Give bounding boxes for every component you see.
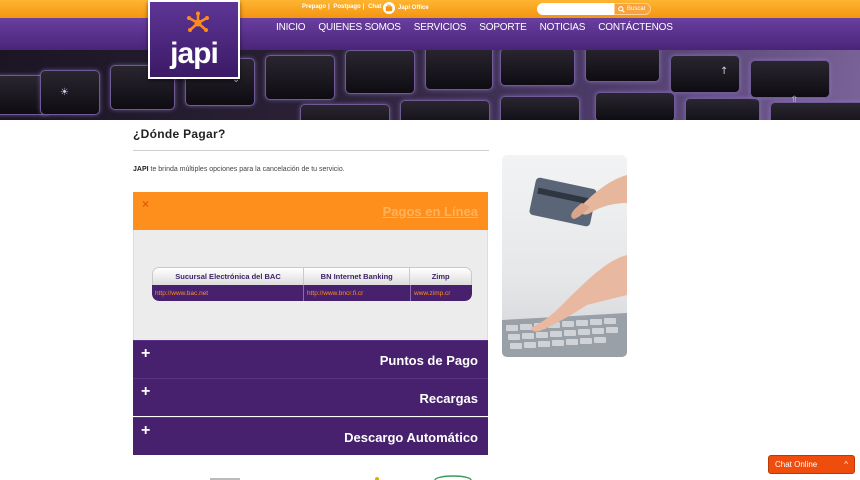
table-header-row: Sucursal Electrónica del BAC BN Internet… — [152, 267, 472, 285]
logo-text: japi — [170, 37, 219, 70]
search-icon — [618, 5, 625, 13]
nav-contactenos[interactable]: CONTÁCTENOS — [598, 22, 673, 33]
keyboard-key — [400, 100, 490, 120]
table-header-bac: Sucursal Electrónica del BAC — [153, 268, 305, 285]
logo-star-icon — [187, 11, 209, 32]
card-payment-illustration — [502, 175, 627, 357]
nav-noticias[interactable]: NOTICIAS — [540, 22, 586, 33]
top-link-postpago[interactable]: Postpago — [333, 4, 360, 10]
top-link-chat[interactable]: Chat — [368, 4, 381, 10]
top-links: Prepago | Postpago | Chat — [302, 4, 382, 10]
keyboard-glyph: ↑ — [720, 66, 729, 77]
keyboard-key — [300, 104, 390, 120]
nav-soporte[interactable]: SOPORTE — [479, 22, 527, 33]
accordion-recargas[interactable]: + Recargas — [133, 378, 488, 416]
accordion-title-descargo-automatico[interactable]: Descargo Automático — [344, 430, 478, 445]
side-photo-card-payment — [502, 155, 627, 357]
accordion-pagos-en-linea-header[interactable]: × Pagos en Línea — [133, 192, 488, 230]
intro-body: te brinda múltiples opciones para la can… — [148, 166, 345, 173]
keyboard-key — [345, 50, 415, 94]
link-bac[interactable]: http://www.bac.net — [152, 285, 304, 301]
page: Prepago | Postpago | Chat Japi Office Busc… — [0, 0, 860, 480]
nav-servicios[interactable]: SERVICIOS — [414, 22, 467, 33]
link-zimp[interactable]: www.zimp.cr — [411, 285, 472, 301]
search-button[interactable]: Buscar — [614, 3, 651, 15]
accordion-puntos-de-pago[interactable]: + Puntos de Pago — [133, 340, 488, 378]
page-title: ¿Dónde Pagar? — [133, 127, 226, 141]
main-nav-bar: INICIO QUIENES SOMOS SERVICIOS SOPORTE N… — [0, 18, 860, 50]
table-header-zimp: Zimp — [431, 272, 450, 281]
accordion-title-recargas[interactable]: Recargas — [419, 391, 478, 406]
link-bncr[interactable]: http://www.bncr.fi.cr — [304, 285, 411, 301]
accordion-title-pagos-en-linea[interactable]: Pagos en Línea — [383, 204, 478, 219]
hero-keyboard-banner: ☀ ⌄ ↑ ⇧ — [0, 50, 860, 120]
nav-quienes-somos[interactable]: QUIENES SOMOS — [318, 22, 401, 33]
top-bar: Prepago | Postpago | Chat Japi Office Busc… — [0, 0, 860, 18]
keyboard-key — [750, 60, 830, 98]
footer-partner-logos — [210, 475, 472, 480]
keyboard-key — [40, 70, 100, 115]
table-row: http://www.bac.net http://www.bncr.fi.cr… — [152, 285, 472, 301]
keyboard-key — [500, 96, 580, 120]
keyboard-glyph: ☀ — [60, 87, 69, 98]
keyboard-key — [770, 102, 860, 120]
japi-office-link[interactable]: Japi Office — [383, 2, 429, 14]
accordion-title-puntos-de-pago[interactable]: Puntos de Pago — [380, 353, 478, 368]
online-payment-table: Sucursal Electrónica del BAC BN Internet… — [152, 267, 472, 301]
keyboard-key — [265, 55, 335, 100]
table-header-bn: BN Internet Banking — [304, 268, 411, 285]
search-button-label: Buscar — [627, 6, 646, 12]
keyboard-key — [425, 50, 493, 90]
plus-icon[interactable]: + — [141, 383, 150, 401]
nav-inicio[interactable]: INICIO — [276, 22, 306, 33]
plus-icon[interactable]: + — [141, 422, 150, 440]
intro-brand: JAPI — [133, 166, 149, 173]
intro-text: JAPI te brinda múltiples opciones para l… — [133, 166, 345, 173]
keyboard-key — [585, 50, 660, 82]
accordion-pagos-en-linea-body: Sucursal Electrónica del BAC BN Internet… — [133, 230, 488, 340]
chevron-up-icon: ^ — [844, 460, 848, 469]
japi-logo[interactable]: japi — [148, 0, 240, 79]
search-input[interactable] — [537, 3, 615, 15]
plus-icon[interactable]: + — [141, 345, 150, 363]
close-icon[interactable]: × — [142, 197, 149, 211]
chat-online-label: Chat Online — [775, 460, 818, 469]
briefcase-icon — [383, 2, 395, 14]
keyboard-key — [595, 92, 675, 120]
keyboard-key — [685, 98, 760, 120]
japi-office-label: Japi Office — [398, 5, 429, 11]
main-nav: INICIO QUIENES SOMOS SERVICIOS SOPORTE N… — [276, 22, 673, 33]
keyboard-key — [500, 50, 575, 86]
keyboard-key — [670, 55, 740, 93]
title-divider — [133, 150, 489, 151]
accordion-descargo-automatico[interactable]: + Descargo Automático — [133, 417, 488, 455]
top-link-prepago[interactable]: Prepago — [302, 4, 326, 10]
